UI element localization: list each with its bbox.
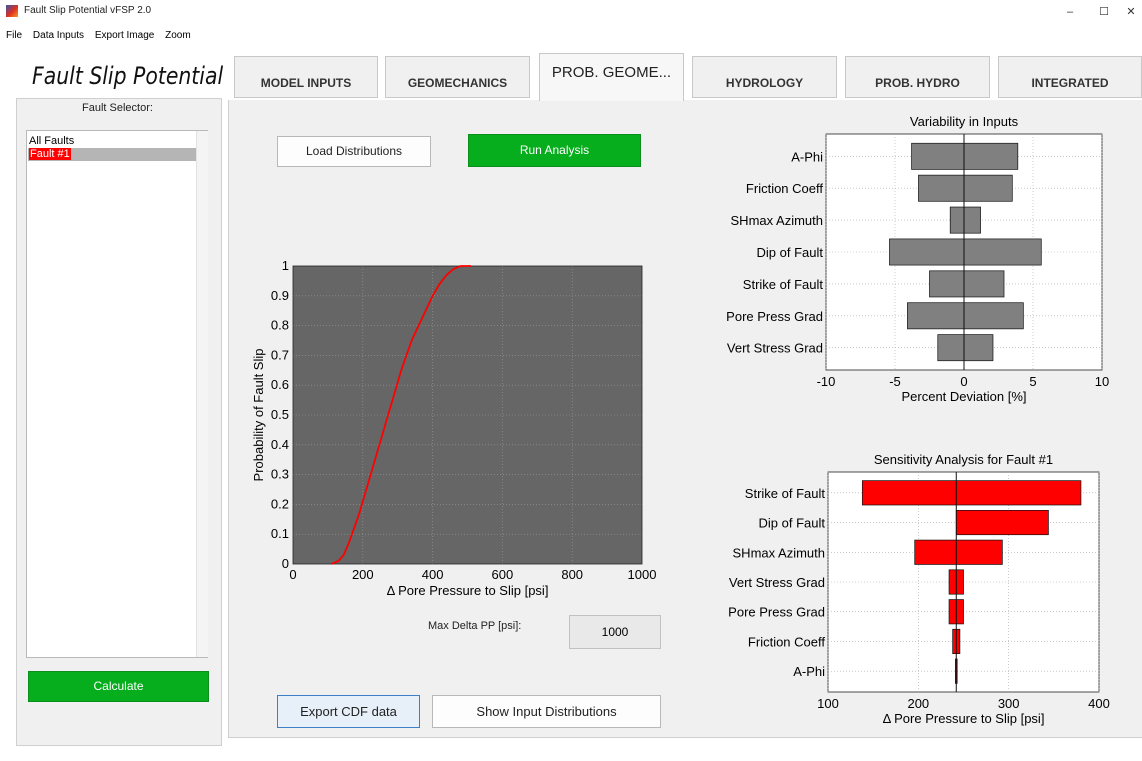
- sensitivity-x-tick-label: 100: [817, 696, 839, 711]
- sensitivity-category-label: Pore Press Grad: [728, 605, 825, 620]
- sensitivity-category-label: Vert Stress Grad: [729, 575, 825, 590]
- variability-category-label: Strike of Fault: [743, 277, 824, 292]
- close-icon[interactable]: ✕: [1115, 3, 1142, 21]
- sensitivity-bar: [861, 480, 1082, 506]
- variability-bar: [889, 238, 1042, 266]
- cdf-y-tick-label: 0.6: [271, 377, 289, 392]
- tab-prob-geome[interactable]: PROB. GEOME...: [539, 53, 684, 101]
- tab-geomechanics[interactable]: GEOMECHANICS: [385, 56, 530, 98]
- title-bar: [0, 0, 1142, 24]
- sensitivity-x-tick-label: 200: [907, 696, 929, 711]
- cdf-y-tick-label: 0.7: [271, 347, 289, 362]
- minimize-icon[interactable]: –: [1054, 3, 1086, 21]
- tab-model-inputs[interactable]: MODEL INPUTS: [234, 56, 378, 98]
- sensitivity-title: Sensitivity Analysis for Fault #1: [874, 452, 1053, 467]
- sensitivity-bar: [955, 510, 1049, 536]
- window-title: Fault Slip Potential vFSP 2.0: [24, 5, 152, 16]
- cdf-x-tick-label: 400: [422, 567, 444, 582]
- sensitivity-x-tick-label: 400: [1088, 696, 1110, 711]
- cdf-x-tick-label: 800: [561, 567, 583, 582]
- variability-category-label: Dip of Fault: [757, 245, 824, 260]
- list-item-all-faults[interactable]: All Faults: [28, 135, 197, 148]
- fault-listbox[interactable]: [26, 130, 208, 658]
- max-delta-pp-field[interactable]: 1000: [569, 615, 661, 649]
- cdf-y-tick-label: 0.1: [271, 526, 289, 541]
- show-input-distributions-button[interactable]: Show Input Distributions: [432, 695, 661, 728]
- cdf-y-tick-label: 1: [282, 258, 289, 273]
- sensitivity-x-axis-label: Δ Pore Pressure to Slip [psi]: [883, 711, 1045, 726]
- variability-bar: [911, 142, 1019, 170]
- variability-x-tick-label: 10: [1095, 374, 1109, 389]
- cdf-x-tick-label: 1000: [628, 567, 657, 582]
- variability-category-label: A-Phi: [791, 149, 823, 164]
- menu-file[interactable]: File: [6, 30, 22, 41]
- cdf-y-tick-label: 0.3: [271, 467, 289, 482]
- variability-x-tick-label: 5: [1029, 374, 1036, 389]
- load-distributions-button[interactable]: Load Distributions: [277, 136, 431, 167]
- cdf-y-axis-label: Probability of Fault Slip: [251, 349, 266, 482]
- variability-x-axis-label: Percent Deviation [%]: [901, 389, 1026, 404]
- variability-category-label: Vert Stress Grad: [727, 341, 823, 356]
- sensitivity-bar: [914, 539, 1003, 565]
- sensitivity-category-label: SHmax Azimuth: [733, 545, 825, 560]
- sensitivity-category-label: Dip of Fault: [759, 516, 826, 531]
- run-analysis-button[interactable]: Run Analysis: [468, 134, 641, 167]
- variability-x-tick-label: -5: [889, 374, 901, 389]
- menu-bar: File Data Inputs Export Image Zoom: [0, 30, 193, 46]
- cdf-x-tick-label: 200: [352, 567, 374, 582]
- menu-zoom[interactable]: Zoom: [165, 30, 191, 41]
- variability-title: Variability in Inputs: [910, 114, 1019, 129]
- listbox-scrollbar[interactable]: [196, 131, 208, 657]
- app-logo-icon: [6, 5, 18, 17]
- sensitivity-category-label: Strike of Fault: [745, 486, 826, 501]
- cdf-x-tick-label: 600: [492, 567, 514, 582]
- calculate-button[interactable]: Calculate: [28, 671, 209, 702]
- sensitivity-chart: 100 200 300 400 Strike of Fault Dip of Fault S…: [728, 452, 1110, 726]
- variability-x-tick-label: -10: [817, 374, 836, 389]
- variability-bar: [907, 302, 1024, 330]
- export-cdf-button[interactable]: Export CDF data: [277, 695, 420, 728]
- menu-export-image[interactable]: Export Image: [95, 30, 154, 41]
- variability-category-label: Friction Coeff: [746, 181, 823, 196]
- cdf-x-tick-label: 0: [289, 567, 296, 582]
- variability-category-label: SHmax Azimuth: [731, 213, 823, 228]
- list-item-fault-1-label: Fault #1: [29, 148, 71, 160]
- app-title: Fault Slip Potential: [32, 62, 224, 90]
- sensitivity-category-label: Friction Coeff: [748, 634, 825, 649]
- max-delta-pp-label: Max Delta PP [psi]:: [428, 620, 522, 632]
- sensitivity-x-tick-label: 300: [998, 696, 1020, 711]
- variability-chart: -10 -5 0 5 10 A-Phi Friction Coeff SHmax Azimut…: [726, 114, 1109, 404]
- tab-integrated[interactable]: INTEGRATED: [998, 56, 1142, 98]
- variability-bar: [937, 334, 994, 362]
- variability-bar: [949, 206, 981, 234]
- cdf-y-tick-label: 0.2: [271, 496, 289, 511]
- cdf-y-tick-label: 0.9: [271, 288, 289, 303]
- cdf-x-axis-label: Δ Pore Pressure to Slip [psi]: [387, 583, 549, 598]
- variability-bar: [918, 174, 1013, 202]
- variability-x-tick-label: 0: [960, 374, 967, 389]
- cdf-y-tick-label: 0: [282, 556, 289, 571]
- sensitivity-category-label: A-Phi: [793, 664, 825, 679]
- cdf-y-tick-label: 0.4: [271, 437, 289, 452]
- cdf-chart: 0 200 400 600 800 1000 0 0.1 0.2 0.3 0.4 0.5 0.6 0.7 0…: [251, 258, 657, 598]
- list-item-fault-1[interactable]: Fault #1: [28, 148, 197, 161]
- tab-hydrology[interactable]: HYDROLOGY: [692, 56, 837, 98]
- cdf-y-tick-label: 0.8: [271, 318, 289, 333]
- variability-category-label: Pore Press Grad: [726, 309, 823, 324]
- cdf-y-tick-label: 0.5: [271, 407, 289, 422]
- tab-prob-hydro[interactable]: PROB. HYDRO: [845, 56, 990, 98]
- variability-bar: [929, 270, 1005, 298]
- menu-data-inputs[interactable]: Data Inputs: [33, 30, 84, 41]
- fault-selector-label: Fault Selector:: [82, 102, 153, 114]
